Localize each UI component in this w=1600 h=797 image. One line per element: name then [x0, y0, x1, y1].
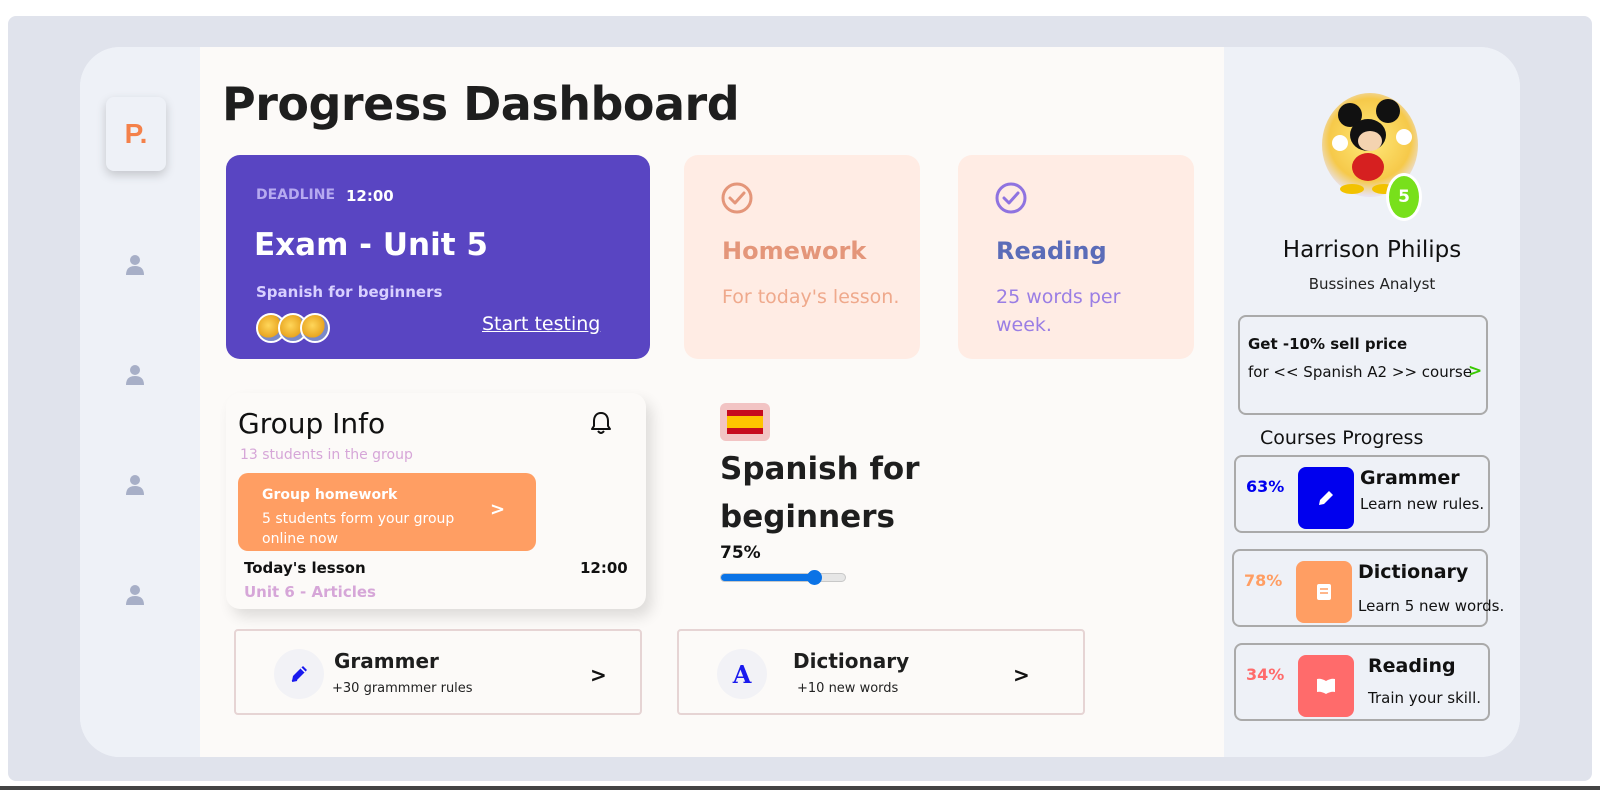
- course-progress-item[interactable]: 63% Grammer Learn new rules.: [1234, 455, 1490, 533]
- course-progress-percent: 63%: [1246, 477, 1285, 496]
- course-progress-slider[interactable]: [720, 570, 846, 585]
- course-progress-desc: Learn 5 new words.: [1358, 597, 1505, 615]
- reading-desc: 25 words per week.: [996, 286, 1121, 336]
- reading-card[interactable]: Reading 25 words per week.: [958, 155, 1194, 359]
- group-homework-title: Group homework: [262, 487, 398, 503]
- slider-thumb[interactable]: [807, 570, 822, 585]
- shortcut-title: Grammer: [334, 649, 439, 673]
- sidebar: P.: [80, 47, 200, 757]
- level-badge: 5: [1386, 173, 1422, 221]
- user-icon[interactable]: [124, 253, 146, 277]
- check-circle-icon: [995, 182, 1027, 214]
- shortcut-subtitle: +10 new words: [797, 681, 899, 696]
- page-title: Progress Dashboard: [222, 77, 740, 131]
- exam-subtitle: Spanish for beginners: [256, 283, 443, 301]
- profile-name: Harrison Philips: [1282, 237, 1462, 263]
- check-circle-icon: [721, 182, 753, 214]
- group-title: Group Info: [238, 407, 386, 440]
- group-homework-desc: 5 students form your group online now: [262, 511, 455, 547]
- deadline-label: DEADLINE: [256, 187, 336, 203]
- course-progress-title: Reading: [1368, 655, 1456, 677]
- profile-panel: 5 Harrison Philips Bussines Analyst Get …: [1224, 47, 1520, 757]
- slider-fill: [721, 574, 814, 581]
- chevron-right-icon[interactable]: >: [1468, 361, 1482, 381]
- homework-title: Homework: [722, 237, 867, 265]
- course-progress-item[interactable]: 78% Dictionary Learn 5 new words.: [1232, 549, 1504, 627]
- book-icon: [1296, 561, 1352, 623]
- group-subtitle: 13 students in the group: [240, 447, 413, 463]
- homework-desc: For today's lesson.: [722, 286, 900, 308]
- course-progress-percent: 34%: [1246, 665, 1285, 684]
- spain-flag-icon: [720, 403, 770, 441]
- user-icon[interactable]: [124, 473, 146, 497]
- main-content: Progress Dashboard DEADLINE 12:00 Exam -…: [200, 47, 1224, 757]
- exam-card[interactable]: DEADLINE 12:00 Exam - Unit 5 Spanish for…: [226, 155, 650, 359]
- start-testing-link[interactable]: Start testing: [482, 313, 600, 335]
- course-progress-title: Dictionary: [1358, 561, 1469, 583]
- dictionary-shortcut[interactable]: A Dictionary +10 new words >: [677, 629, 1085, 715]
- user-icon[interactable]: [124, 363, 146, 387]
- grammer-shortcut[interactable]: Grammer +30 grammmer rules >: [234, 629, 642, 715]
- bottom-divider: [0, 786, 1600, 790]
- group-homework-button[interactable]: Group homework 5 students form your grou…: [238, 473, 536, 551]
- deadline-time: 12:00: [346, 187, 394, 205]
- shortcut-subtitle: +30 grammmer rules: [332, 681, 473, 696]
- promo-desc: for << Spanish A2 >> course: [1248, 363, 1472, 381]
- logo[interactable]: P.: [106, 97, 166, 171]
- letter-a-icon: A: [717, 649, 767, 699]
- homework-card[interactable]: Homework For today's lesson.: [684, 155, 920, 359]
- pencil-icon: [274, 649, 324, 699]
- promo-card[interactable]: Get -10% sell price for << Spanish A2 >>…: [1238, 315, 1488, 415]
- chevron-right-icon: >: [1013, 663, 1030, 687]
- open-book-icon: [1298, 655, 1354, 717]
- course-progress-desc: Learn new rules.: [1360, 495, 1485, 513]
- reading-title: Reading: [996, 237, 1107, 265]
- today-lesson-time: 12:00: [580, 559, 628, 577]
- course-progress-item[interactable]: 34% Reading Train your skill.: [1234, 643, 1490, 721]
- avatar: [300, 313, 330, 343]
- course-progress-label: 75%: [720, 543, 761, 563]
- course-title: Spanish for beginners: [720, 451, 920, 535]
- course-progress-title: Grammer: [1360, 467, 1460, 489]
- group-info-card: Group Info 13 students in the group Grou…: [226, 393, 646, 609]
- chevron-right-icon: >: [590, 663, 607, 687]
- promo-title: Get -10% sell price: [1248, 335, 1408, 353]
- exam-title: Exam - Unit 5: [254, 227, 488, 263]
- pencil-icon: [1298, 467, 1354, 529]
- shortcut-title: Dictionary: [793, 649, 910, 673]
- courses-progress-heading: Courses Progress: [1260, 427, 1424, 449]
- today-lesson-unit: Unit 6 - Articles: [244, 583, 376, 601]
- user-icon[interactable]: [124, 583, 146, 607]
- bell-icon[interactable]: [590, 411, 612, 435]
- dashboard-app: P. Progress Dashboard DEADLINE 12:00 Exa…: [80, 47, 1520, 757]
- course-progress-percent: 78%: [1244, 571, 1283, 590]
- chevron-right-icon: >: [490, 499, 506, 520]
- course-progress-desc: Train your skill.: [1368, 689, 1482, 707]
- profile-role: Bussines Analyst: [1308, 275, 1436, 293]
- today-lesson-label: Today's lesson: [244, 559, 366, 577]
